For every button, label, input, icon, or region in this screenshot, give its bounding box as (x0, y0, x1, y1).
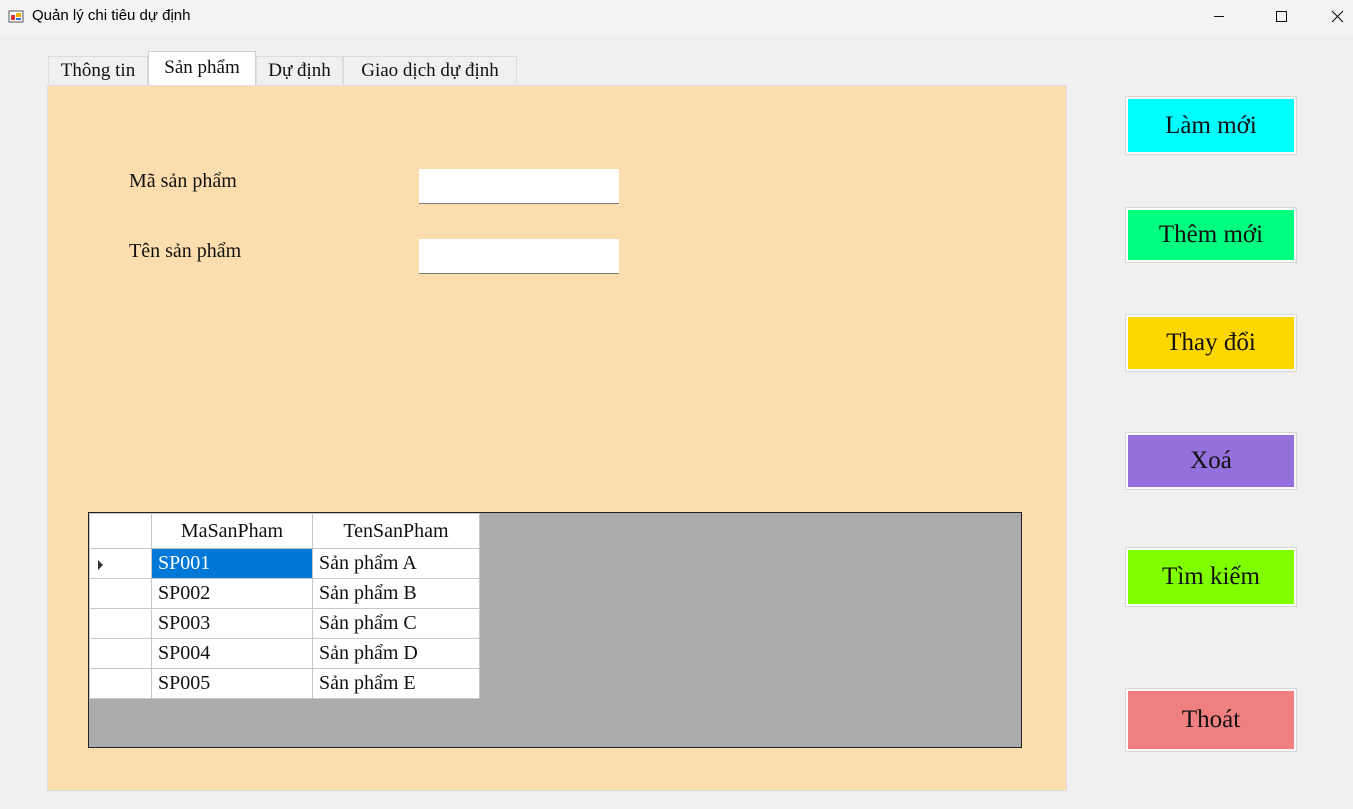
ten-san-pham-input[interactable] (419, 239, 619, 274)
cell-ten-san-pham[interactable]: Sản phẩm B (312, 578, 480, 609)
row-header[interactable] (89, 608, 152, 639)
exit-button[interactable]: Thoát (1125, 688, 1297, 752)
refresh-button[interactable]: Làm mới (1125, 96, 1297, 155)
search-button[interactable]: Tìm kiếm (1125, 547, 1297, 607)
cell-ten-san-pham[interactable]: Sản phẩm E (312, 668, 480, 699)
cell-ten-san-pham[interactable]: Sản phẩm D (312, 638, 480, 669)
edit-button[interactable]: Thay đổi (1125, 314, 1297, 372)
ten-san-pham-label: Tên sản phẩm (129, 240, 242, 262)
table-row[interactable]: SP001 Sản phẩm A (89, 548, 480, 579)
minimize-icon[interactable] (1196, 0, 1242, 34)
ma-san-pham-label: Mã sản phẩm (129, 170, 237, 192)
tab-du-dinh[interactable]: Dự định (256, 56, 343, 84)
grid-corner-header[interactable] (89, 513, 152, 549)
tab-san-pham[interactable]: Sản phẩm (148, 51, 256, 86)
row-header[interactable] (89, 578, 152, 609)
product-table: MaSanPham TenSanPham SP001 Sản phẩm A SP… (89, 513, 480, 699)
app-icon (8, 10, 24, 23)
title-bar: Quản lý chi tiêu dự định (0, 0, 1353, 34)
cell-ma-san-pham[interactable]: SP001 (151, 548, 313, 579)
table-row[interactable]: SP003 Sản phẩm C (89, 608, 480, 639)
close-icon[interactable] (1314, 0, 1353, 34)
ma-san-pham-input[interactable] (419, 169, 619, 204)
table-row[interactable]: SP005 Sản phẩm E (89, 668, 480, 699)
column-header-ten-san-pham[interactable]: TenSanPham (312, 513, 480, 549)
cell-ma-san-pham[interactable]: SP002 (151, 578, 313, 609)
tab-giao-dich-du-dinh[interactable]: Giao dịch dự định (343, 56, 517, 84)
cell-ma-san-pham[interactable]: SP004 (151, 638, 313, 669)
current-row-arrow-icon (98, 560, 103, 570)
add-button[interactable]: Thêm mới (1125, 207, 1297, 263)
grid-header-row: MaSanPham TenSanPham (89, 513, 480, 549)
cell-ma-san-pham[interactable]: SP003 (151, 608, 313, 639)
window-title: Quản lý chi tiêu dự định (32, 7, 191, 24)
column-header-ma-san-pham[interactable]: MaSanPham (151, 513, 313, 549)
row-header[interactable] (89, 548, 152, 579)
table-row[interactable]: SP004 Sản phẩm D (89, 638, 480, 669)
cell-ten-san-pham[interactable]: Sản phẩm C (312, 608, 480, 639)
row-header[interactable] (89, 668, 152, 699)
maximize-icon[interactable] (1258, 0, 1304, 34)
row-header[interactable] (89, 638, 152, 669)
table-row[interactable]: SP002 Sản phẩm B (89, 578, 480, 609)
cell-ten-san-pham[interactable]: Sản phẩm A (312, 548, 480, 579)
tab-thong-tin[interactable]: Thông tin (48, 56, 148, 84)
cell-ma-san-pham[interactable]: SP005 (151, 668, 313, 699)
product-grid[interactable]: MaSanPham TenSanPham SP001 Sản phẩm A SP… (88, 512, 1022, 748)
delete-button[interactable]: Xoá (1125, 432, 1297, 490)
